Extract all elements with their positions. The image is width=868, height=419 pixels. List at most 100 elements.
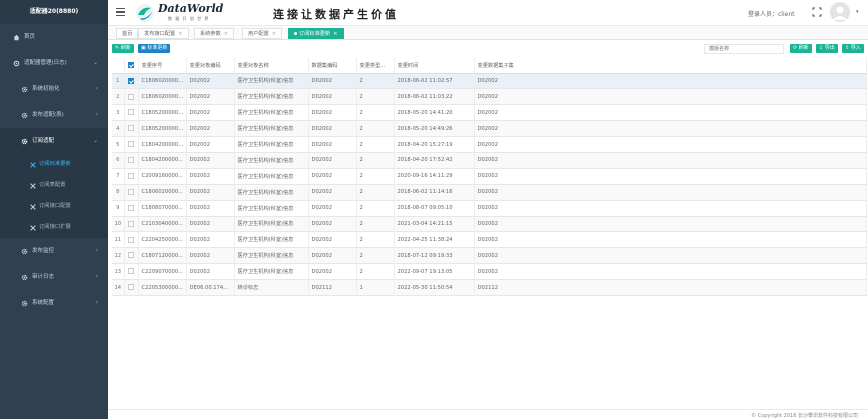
col-header[interactable]: 变更类型... bbox=[356, 58, 395, 74]
row-checkbox[interactable] bbox=[127, 220, 134, 227]
row-checkbox[interactable] bbox=[127, 204, 134, 211]
refresh-button[interactable]: ✎ 刷新 bbox=[112, 44, 134, 53]
table-row[interactable]: 8 C1806020000... D02002 医疗卫生机构(科室)信息 D02002 2… bbox=[112, 184, 867, 201]
row-checkbox[interactable] bbox=[127, 252, 134, 259]
sidebar-item-home[interactable]: 首页 bbox=[0, 24, 108, 50]
sidebar-item-audit-log[interactable]: 审计日志 ‹ bbox=[0, 264, 108, 290]
cell-object-code: D02002 bbox=[186, 184, 235, 201]
table-row[interactable]: 4 C1805200000... D02002 医疗卫生机构(科室)信息 D02002 2… bbox=[112, 120, 867, 138]
table-row[interactable]: 13 C2209070000... D02002 医疗卫生机构(科室)信息 D02002… bbox=[112, 263, 867, 281]
sidebar-subitem-interface-extension[interactable]: 订阅接口扩展 bbox=[0, 217, 108, 238]
sidebar-subitem-table-config[interactable]: 订阅表配置 bbox=[0, 175, 108, 196]
copyright-text: © Copyright 2016 长沙攀讯软件科技有限公司 bbox=[751, 413, 858, 419]
row-checkbox[interactable] bbox=[127, 93, 134, 100]
row-index: 4 bbox=[112, 120, 125, 138]
cell-change-time: 2018-04-20 17:52:42 bbox=[394, 152, 475, 169]
cell-object-code: D02002 bbox=[186, 216, 235, 233]
row-checkbox[interactable] bbox=[127, 173, 134, 180]
row-checkbox-cell[interactable] bbox=[124, 263, 139, 281]
tab-system-params[interactable]: 系统参数 × bbox=[194, 28, 235, 39]
sidebar-subitem-interface-config[interactable]: 订阅接口配置 bbox=[0, 196, 108, 217]
cell-dataset-code: D02002 bbox=[308, 88, 357, 106]
row-checkbox-cell[interactable] bbox=[124, 247, 139, 265]
checkbox-icon[interactable] bbox=[127, 62, 134, 68]
col-header[interactable]: 数据集编码 bbox=[308, 58, 357, 74]
row-checkbox-cell[interactable] bbox=[124, 231, 139, 249]
row-checkbox[interactable] bbox=[127, 157, 134, 164]
row-checkbox-cell[interactable] bbox=[124, 136, 139, 153]
chevron-left-icon: ‹ bbox=[95, 247, 98, 254]
cell-dataset-code: D02002 bbox=[308, 247, 357, 265]
user-avatar[interactable] bbox=[830, 2, 850, 22]
sidebar-item-system-config[interactable]: 系统配置 ‹ bbox=[0, 290, 108, 316]
cell-change-time: 2022-09-07 19:13:05 bbox=[394, 263, 475, 281]
sidebar-item-subscribe-adapter[interactable]: 订阅适配 ⌄ bbox=[0, 128, 108, 154]
sidebar-item-adapter-management[interactable]: 适配器管理(日志) ⌄ bbox=[0, 50, 108, 76]
row-checkbox-cell[interactable] bbox=[124, 216, 139, 233]
close-icon[interactable]: × bbox=[333, 31, 337, 37]
row-checkbox-cell[interactable] bbox=[124, 88, 139, 106]
tab-user-config[interactable]: 用户配置 × bbox=[242, 28, 283, 39]
import-button[interactable]: ⇧ 导入 bbox=[842, 44, 864, 53]
col-header[interactable]: 变更序号 bbox=[138, 58, 187, 74]
table-row[interactable]: 1 C1806020000... D02002 医疗卫生机构(科室)信息 D02002 2… bbox=[112, 73, 867, 90]
table-row[interactable]: 12 C1807120000... D02002 医疗卫生机构(科室)信息 D02002… bbox=[112, 247, 867, 265]
cell-dataset-subset: D02002 bbox=[474, 104, 867, 122]
col-header[interactable]: 变更时间 bbox=[394, 58, 475, 74]
row-index: 11 bbox=[112, 231, 125, 249]
standard-update-button[interactable]: ▣ 标准更新 bbox=[138, 44, 171, 53]
export-button[interactable]: ⇩ 导出 bbox=[816, 44, 838, 53]
caret-down-icon[interactable]: ▾ bbox=[856, 9, 859, 15]
table-row[interactable]: 7 C2009160000... D02002 医疗卫生机构(科室)信息 D02002 2… bbox=[112, 168, 867, 185]
row-checkbox[interactable] bbox=[127, 77, 134, 84]
row-checkbox-cell[interactable] bbox=[124, 168, 139, 185]
row-checkbox-cell[interactable] bbox=[124, 152, 139, 169]
table-row[interactable]: 6 C1804200000... D02002 医疗卫生机构(科室)信息 D02002 2… bbox=[112, 152, 867, 169]
close-icon[interactable]: × bbox=[224, 31, 228, 37]
sidebar-submenu: 订阅标准更新 订阅表配置 订阅接口配置 订阅接口扩展 bbox=[0, 154, 108, 238]
close-icon[interactable]: × bbox=[272, 31, 276, 37]
fullscreen-icon[interactable] bbox=[812, 7, 822, 17]
close-icon[interactable]: × bbox=[178, 31, 182, 37]
row-checkbox[interactable] bbox=[127, 188, 134, 195]
table-row[interactable]: 9 C1808070000... D02002 医疗卫生机构(科室)信息 D02002 2… bbox=[112, 200, 867, 217]
row-checkbox-cell[interactable] bbox=[124, 73, 139, 90]
tab-home[interactable]: 首页 bbox=[116, 28, 139, 39]
row-checkbox-cell[interactable] bbox=[124, 104, 139, 122]
row-checkbox-cell[interactable] bbox=[124, 279, 139, 296]
table-row[interactable]: 5 C1804200000... D02002 医疗卫生机构(科室)信息 D02002 2… bbox=[112, 136, 867, 153]
row-checkbox-cell[interactable] bbox=[124, 184, 139, 201]
sidebar-item-publish-monitor[interactable]: 发布监控 ‹ bbox=[0, 238, 108, 264]
col-header[interactable]: 变更对象名称 bbox=[234, 58, 309, 74]
table-row[interactable]: 3 C1805200000... D02002 医疗卫生机构(科室)信息 D02002 2… bbox=[112, 104, 867, 122]
cell-object-code: D02002 bbox=[186, 104, 235, 122]
table-row[interactable]: 11 C2204250000... D02002 医疗卫生机构(科室)信息 D02002… bbox=[112, 231, 867, 249]
cell-change-time: 2018-06-02 11:02:57 bbox=[394, 73, 475, 90]
search-input[interactable] bbox=[704, 44, 784, 54]
row-index: 6 bbox=[112, 152, 125, 169]
row-checkbox-cell[interactable] bbox=[124, 120, 139, 138]
row-checkbox[interactable] bbox=[127, 109, 134, 116]
col-header[interactable]: 变更数据集子集 bbox=[474, 58, 867, 74]
row-checkbox[interactable] bbox=[127, 268, 134, 275]
cell-dataset-code: D02002 bbox=[308, 136, 357, 153]
col-header[interactable]: 变更对象编码 bbox=[186, 58, 235, 74]
tab-standard-update[interactable]: 订阅标准更新 × bbox=[288, 28, 344, 39]
sidebar-item-label: 发布监控 bbox=[32, 248, 55, 254]
row-checkbox-cell[interactable] bbox=[124, 200, 139, 217]
row-checkbox[interactable] bbox=[127, 236, 134, 243]
row-checkbox[interactable] bbox=[127, 141, 134, 148]
table-row[interactable]: 2 C1806020000... D02002 医疗卫生机构(科室)信息 D02002 2… bbox=[112, 88, 867, 106]
table-row[interactable]: 14 C2205300000... DE06.00.174... 转诊标志 D02112… bbox=[112, 279, 867, 296]
select-all-checkbox[interactable] bbox=[124, 58, 139, 74]
sidebar-item-system-init[interactable]: 系统初始化 ‹ bbox=[0, 76, 108, 102]
menu-toggle-icon[interactable] bbox=[116, 8, 125, 16]
table-row[interactable]: 10 C2103040000... D02002 医疗卫生机构(科室)信息 D02002… bbox=[112, 216, 867, 233]
refresh-right-button[interactable]: ⟳ 刷新 bbox=[790, 44, 812, 53]
tools-icon bbox=[30, 161, 36, 168]
sidebar-item-publish-adapter[interactable]: 发布适配(表) ‹ bbox=[0, 102, 108, 128]
row-checkbox[interactable] bbox=[127, 125, 134, 132]
tab-publish-interface-config[interactable]: 发布接口配置 × bbox=[138, 28, 189, 39]
sidebar-subitem-standard-update[interactable]: 订阅标准更新 bbox=[0, 154, 108, 175]
row-checkbox[interactable] bbox=[127, 284, 134, 291]
